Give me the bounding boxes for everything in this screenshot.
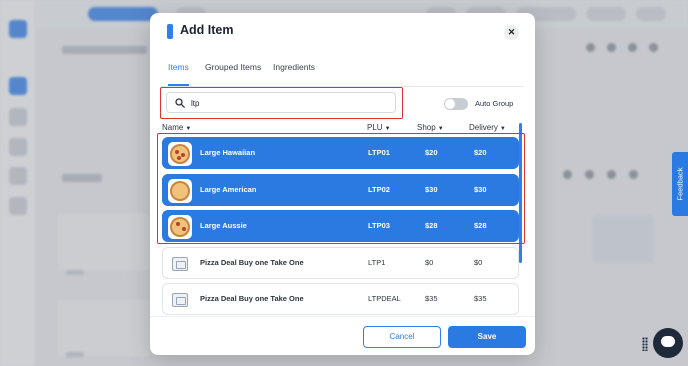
column-header-name[interactable]: Name ▼ — [162, 123, 191, 132]
search-icon — [175, 98, 185, 108]
item-row[interactable]: Pizza Deal Buy one Take One LTPDEAL $35 … — [162, 283, 519, 315]
search-input[interactable] — [191, 96, 381, 110]
footer-divider — [150, 316, 535, 317]
sort-caret-icon: ▼ — [499, 126, 506, 132]
item-name: Pizza Deal Buy one Take One — [200, 294, 304, 303]
column-header-delivery[interactable]: Delivery ▼ — [469, 123, 506, 132]
item-tabs: Items Grouped Items Ingredients — [161, 53, 524, 87]
image-placeholder-icon — [168, 252, 192, 276]
tab-ingredients[interactable]: Ingredients — [273, 59, 315, 86]
feedback-tab[interactable]: Feedback — [672, 152, 688, 216]
selection-highlight-box — [157, 133, 525, 244]
toggle-knob — [445, 99, 455, 109]
item-name: Pizza Deal Buy one Take One — [200, 258, 304, 267]
add-item-modal: Add Item ✕ Items Grouped Items Ingredien… — [150, 13, 535, 355]
tab-items[interactable]: Items — [168, 59, 189, 86]
feedback-label: Feedback — [675, 167, 685, 201]
sort-caret-icon: ▼ — [185, 126, 192, 132]
item-row[interactable]: Pizza Deal Buy one Take One LTP1 $0 $0 — [162, 247, 519, 279]
column-header-shop[interactable]: Shop ▼ — [417, 123, 444, 132]
search-field[interactable] — [166, 92, 396, 113]
modal-title: Add Item — [180, 23, 234, 37]
tab-grouped-items[interactable]: Grouped Items — [205, 59, 261, 86]
close-button[interactable]: ✕ — [504, 25, 519, 40]
drag-handle-icon[interactable] — [642, 337, 648, 351]
item-delivery-price: $35 — [474, 294, 487, 303]
item-plu: LTPDEAL — [368, 294, 401, 303]
chat-button[interactable] — [653, 328, 683, 358]
image-placeholder-icon — [168, 288, 192, 312]
sort-caret-icon: ▼ — [384, 126, 391, 132]
chat-bubble-icon — [661, 336, 675, 347]
title-accent-bar — [167, 24, 173, 39]
item-plu: LTP1 — [368, 258, 386, 267]
column-header-plu[interactable]: PLU ▼ — [367, 123, 391, 132]
modal-header: Add Item ✕ — [150, 13, 535, 51]
cancel-button[interactable]: Cancel — [363, 326, 441, 348]
sort-caret-icon: ▼ — [437, 126, 444, 132]
save-button[interactable]: Save — [448, 326, 526, 348]
item-shop-price: $35 — [425, 294, 438, 303]
search-highlight-box — [160, 87, 403, 119]
auto-group-label: Auto Group — [475, 99, 514, 108]
item-shop-price: $0 — [425, 258, 434, 267]
auto-group-toggle[interactable] — [444, 98, 468, 110]
item-delivery-price: $0 — [474, 258, 483, 267]
